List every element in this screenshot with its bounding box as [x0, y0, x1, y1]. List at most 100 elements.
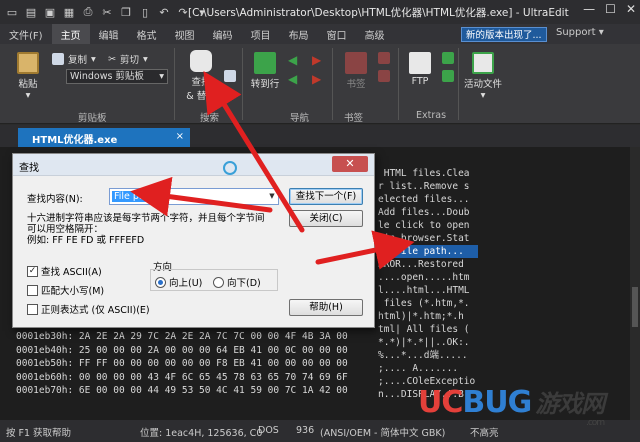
ftp-sync-icon[interactable] [442, 52, 454, 64]
undo-icon[interactable]: ↶ [156, 4, 172, 20]
ftp-upload-icon[interactable] [442, 70, 454, 82]
chevron-down-icon[interactable]: ▼ [266, 189, 278, 204]
find-next-button[interactable]: 查找下一个(F) [289, 188, 363, 205]
direction-up-radio[interactable]: 向上(U) [155, 275, 202, 289]
copy-button[interactable]: 复制 ▾ [52, 52, 96, 66]
bookmarks-button[interactable]: 书签 [338, 52, 374, 90]
hex-line[interactable]: 0001eb60h: 00 00 00 00 43 4F 6C 65 45 78… [16, 371, 348, 385]
support-link[interactable]: Support ▾ [556, 27, 604, 38]
vertical-scrollbar[interactable] [630, 147, 640, 420]
clipboard-select[interactable]: Windows 剪贴板 ▾ [66, 69, 168, 84]
paste-button[interactable]: 粘贴 ▾ [8, 52, 48, 101]
status-line-ending[interactable]: DOS [258, 425, 279, 436]
print-icon[interactable]: ⎙ [80, 4, 96, 20]
ascii-checkbox[interactable]: ✓ 查找 ASCII(A) [27, 264, 102, 278]
paste-big-icon [17, 52, 39, 74]
maximize-button[interactable]: ☐ [605, 2, 616, 16]
save-all-icon[interactable]: ▦ [61, 4, 77, 20]
hex-line[interactable]: 0001eb30h: 2A 2E 2A 29 7C 2A 2E 2A 7C 7C… [16, 330, 348, 344]
find-what-value: File path [112, 191, 157, 202]
cut-button[interactable]: ✂ 剪切 ▾ [108, 52, 148, 67]
tab-encoding[interactable]: 编码 [204, 24, 242, 44]
tab-layout[interactable]: 布局 [280, 24, 318, 44]
chevron-down-icon: ▾ [159, 71, 164, 82]
text-line[interactable]: r list..Remove s [378, 180, 478, 193]
find-dialog: 查找 ✕ 查找内容(N): File path ▼ 查找下一个(F) 关闭(C)… [12, 153, 375, 328]
watermark-logo: UCBUG 游戏网 .com [418, 384, 605, 428]
forward-icon[interactable]: ▶ [312, 53, 321, 67]
prev-icon[interactable]: ◀ [288, 72, 297, 86]
text-line[interactable]: elected files... [378, 193, 478, 206]
hex-column: 0001eb30h: 2A 2E 2A 29 7C 2A 2E 2A 7C 7C… [16, 330, 348, 398]
active-files-label: 活动文件 [463, 79, 502, 90]
goto-line-button[interactable]: 转到行 [248, 52, 282, 90]
text-line[interactable]: html)|*.htm;*.h [378, 310, 478, 323]
scrollbar-thumb[interactable] [632, 287, 638, 327]
checkbox-box [27, 284, 38, 296]
next-icon[interactable]: ▶ [312, 72, 321, 86]
hex-line[interactable]: 0001eb70h: 6E 00 00 00 44 49 53 50 4C 41… [16, 384, 348, 398]
status-encoding[interactable]: (ANSI/OEM - 简体中文 GBK) [320, 425, 445, 439]
tab-format[interactable]: 格式 [128, 24, 166, 44]
help-button[interactable]: 帮助(H) [289, 299, 363, 316]
regex-checkbox[interactable]: 正则表达式 (仅 ASCII)(E) [27, 302, 150, 316]
status-codepage[interactable]: 936 [296, 425, 314, 436]
radio-dot [213, 276, 224, 288]
tab-project[interactable]: 项目 [242, 24, 280, 44]
replace-in-files-icon[interactable] [224, 70, 236, 82]
text-line[interactable]: %...*...d端..... [378, 349, 478, 362]
hex-line[interactable]: 0001eb50h: FF FF 00 00 00 00 00 00 F8 EB… [16, 357, 348, 371]
paste-icon[interactable]: ▯ [137, 4, 153, 20]
back-icon[interactable]: ◀ [288, 53, 297, 67]
text-line[interactable]: files (*.htm,*. [378, 297, 478, 310]
copy-icon[interactable]: ❐ [118, 4, 134, 20]
bookmark-prev-icon[interactable] [378, 70, 390, 82]
text-line[interactable]: ;.... A....... [378, 362, 478, 375]
text-line[interactable]: ....open.....htm [378, 271, 478, 284]
active-files-button[interactable]: 活动文件 ▾ [462, 52, 504, 101]
cut-icon[interactable]: ✂ [99, 4, 115, 20]
find-replace-button[interactable]: 查找 & 替换 [182, 50, 220, 102]
save-icon[interactable]: ▣ [42, 4, 58, 20]
text-line[interactable]: l....html...HTML [378, 284, 478, 297]
match-case-checkbox[interactable]: 匹配大小写(M) [27, 283, 104, 297]
close-button[interactable]: 关闭(C) [289, 210, 363, 227]
tab-home[interactable]: 主页 [51, 24, 90, 44]
text-line[interactable]: tml| All files ( [378, 323, 478, 336]
checkbox-box: ✓ [27, 265, 38, 277]
ascii-label: 查找 ASCII(A) [41, 267, 102, 278]
text-line[interactable]: ...File path... [378, 245, 478, 258]
tab-window[interactable]: 窗口 [318, 24, 356, 44]
text-line[interactable]: HTML files.Clea [378, 167, 478, 180]
tab-edit[interactable]: 编辑 [90, 24, 128, 44]
text-line[interactable]: le click to open [378, 219, 478, 232]
ftp-button[interactable]: FTP [402, 52, 438, 87]
dialog-title-bar[interactable]: 查找 ✕ [13, 154, 374, 176]
text-line[interactable]: RROR...Restored [378, 258, 478, 271]
find-in-files-icon[interactable] [224, 52, 236, 64]
binoculars-icon [190, 50, 212, 72]
text-line[interactable]: *.*)|*.*||..OK:. [378, 336, 478, 349]
tab-advanced[interactable]: 高级 [356, 24, 394, 44]
direction-down-radio[interactable]: 向下(D) [213, 275, 261, 289]
paste-label: 粘贴 [18, 79, 38, 90]
minimize-button[interactable]: — [583, 2, 595, 16]
tab-view[interactable]: 视图 [166, 24, 204, 44]
open-folder-icon[interactable]: ▤ [23, 4, 39, 20]
find-what-input[interactable]: File path ▼ [109, 188, 279, 205]
dialog-close-icon[interactable]: ✕ [332, 156, 368, 172]
tab-file[interactable]: 文件(F) [0, 24, 52, 44]
document-tab[interactable]: HTML优化器.exe × [18, 128, 190, 147]
status-highlight[interactable]: 不高亮 [470, 425, 499, 439]
text-line[interactable]: Add files...Doub [378, 206, 478, 219]
update-badge[interactable]: 新的版本出现了... [461, 27, 547, 42]
close-window-button[interactable]: ✕ [626, 2, 636, 16]
new-file-icon[interactable]: ▭ [4, 4, 20, 20]
status-position: 位置: 1eac4H, 125636, C0 [140, 428, 263, 439]
tab-close-icon[interactable]: × [176, 131, 184, 142]
ribbon-divider [174, 48, 175, 120]
document-tab-bar: HTML优化器.exe × [0, 125, 640, 147]
text-line[interactable]: in browser.Stat [378, 232, 478, 245]
bookmark-next-icon[interactable] [378, 52, 390, 64]
hex-line[interactable]: 0001eb40h: 25 00 00 00 2A 00 00 00 64 EB… [16, 344, 348, 358]
